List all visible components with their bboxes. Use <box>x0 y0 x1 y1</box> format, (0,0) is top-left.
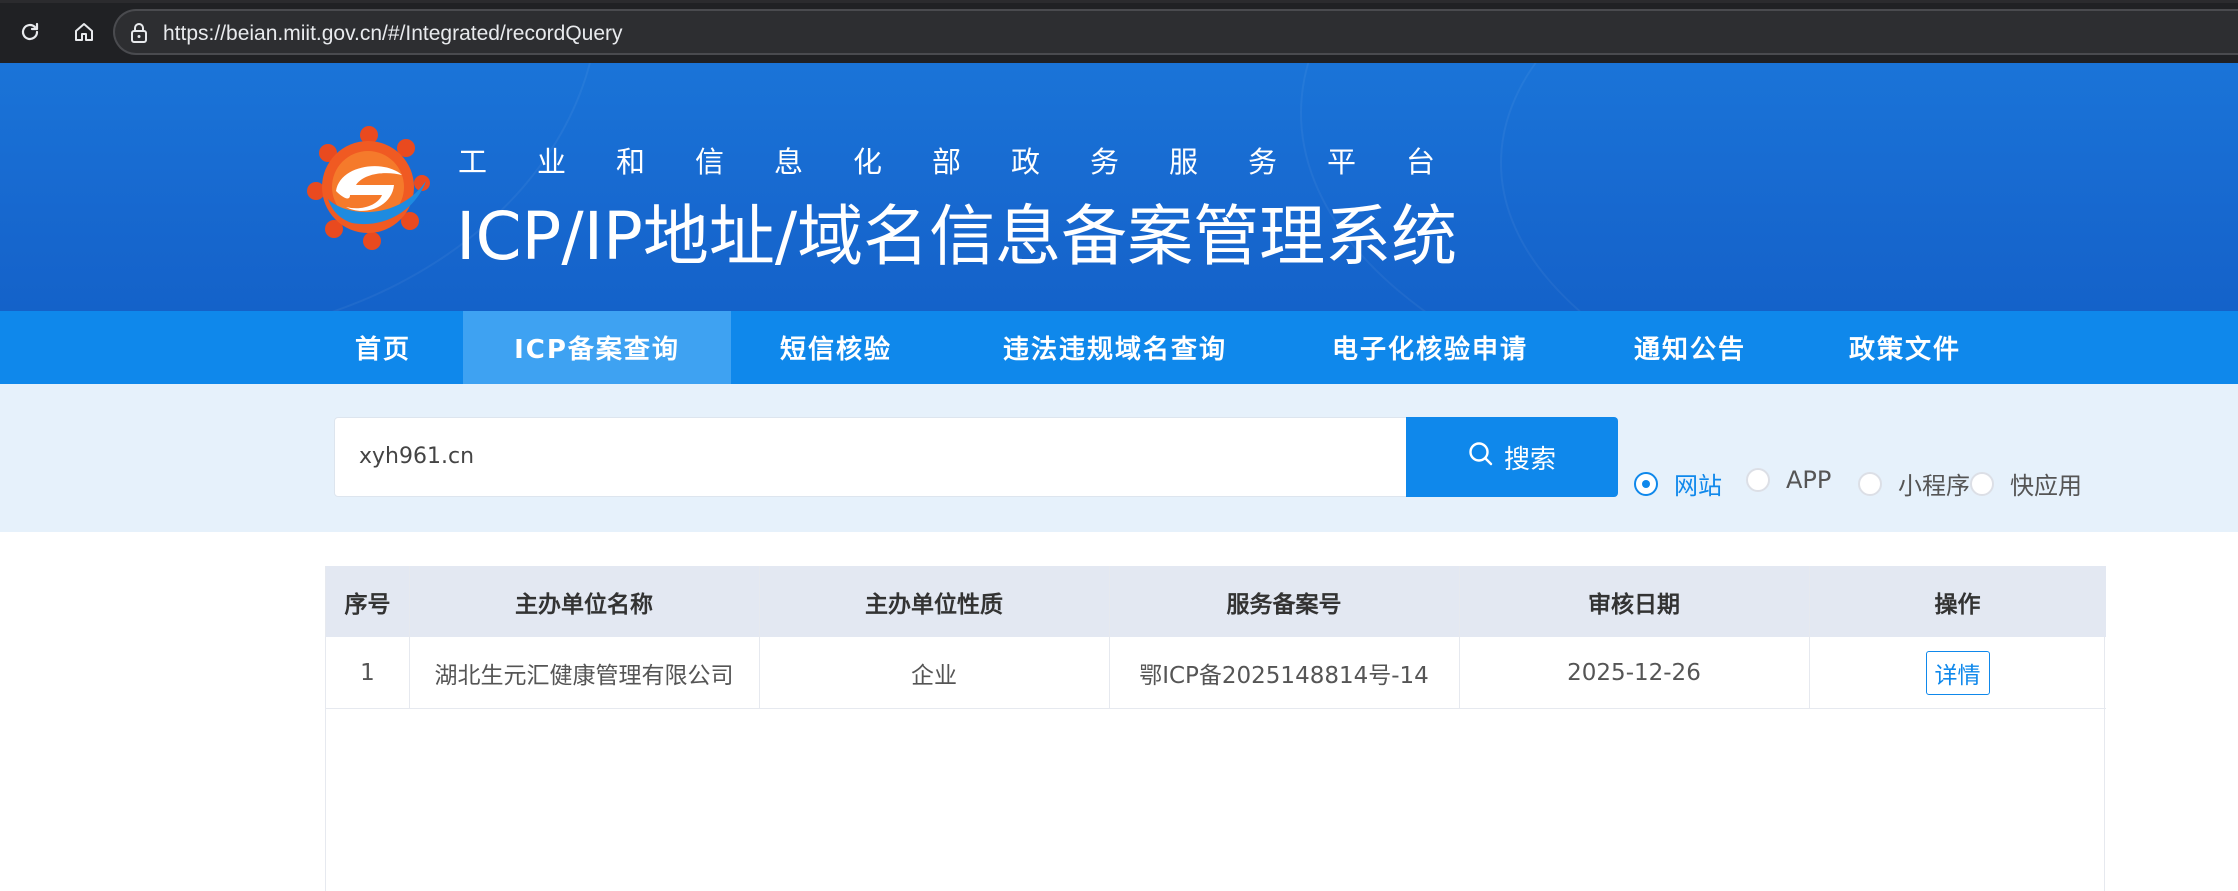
radio-website[interactable]: 网站 <box>1634 466 1722 501</box>
detail-button[interactable]: 详情 <box>1925 651 1990 695</box>
radio-quick-app[interactable]: 快应用 <box>1970 466 2082 501</box>
cell-record-no: 鄂ICP备2025148814号-14 <box>1139 663 1429 689</box>
column-header-org-type: 主办单位性质 <box>865 591 1003 618</box>
cell-index: 1 <box>360 660 375 686</box>
home-icon[interactable] <box>66 14 102 50</box>
nav-item-e-verify[interactable]: 电子化核验申请 <box>1310 311 1550 384</box>
nav-item-notices[interactable]: 通知公告 <box>1610 311 1770 384</box>
search-area: xyh961.cn 搜索 网站 APP 小程序 快应用 <box>0 384 2238 532</box>
results-table: 序号 主办单位名称 主办单位性质 服务备案号 审核日期 操作 1 湖北生元汇健康… <box>325 566 2106 891</box>
radio-label: 快应用 <box>2010 472 2082 500</box>
column-divider <box>1459 566 1460 709</box>
nav-item-sms-verify[interactable]: 短信核验 <box>760 311 912 384</box>
site-banner: 工业和信息化部政务服务平台 ICP/IP地址/域名信息备案管理系统 <box>0 63 2238 311</box>
radio-checked-icon <box>1634 471 1658 496</box>
main-nav: 首页 ICP备案查询 短信核验 违法违规域名查询 电子化核验申请 通知公告 政策… <box>0 311 2238 384</box>
column-header-audit-date: 审核日期 <box>1588 591 1680 618</box>
nav-item-illegal-domain[interactable]: 违法违规域名查询 <box>975 311 1255 384</box>
miit-logo-icon <box>306 125 432 251</box>
lock-icon[interactable] <box>129 22 149 48</box>
radio-unchecked-icon <box>1858 471 1882 496</box>
column-header-action: 操作 <box>1934 591 1981 618</box>
search-button-label: 搜索 <box>1503 444 1556 475</box>
search-button[interactable]: 搜索 <box>1406 417 1618 497</box>
column-header-index: 序号 <box>344 591 391 618</box>
nav-item-home[interactable]: 首页 <box>333 311 433 384</box>
radio-unchecked-icon <box>1970 471 1994 496</box>
nav-item-policies[interactable]: 政策文件 <box>1825 311 1985 384</box>
radio-unchecked-icon <box>1746 468 1770 492</box>
radio-mini-program[interactable]: 小程序 <box>1858 466 1970 501</box>
table-row: 1 湖北生元汇健康管理有限公司 企业 鄂ICP备2025148814号-14 2… <box>326 637 2106 709</box>
radio-label: APP <box>1786 466 1832 494</box>
cell-org-type: 企业 <box>911 663 957 689</box>
radio-label: 小程序 <box>1898 472 1970 500</box>
cell-org-name: 湖北生元汇健康管理有限公司 <box>434 663 734 689</box>
address-bar[interactable]: https://beian.miit.gov.cn/#/Integrated/r… <box>113 9 2238 55</box>
cell-audit-date: 2025-12-26 <box>1567 660 1701 686</box>
browser-toolbar: https://beian.miit.gov.cn/#/Integrated/r… <box>0 0 2238 63</box>
url-text[interactable]: https://beian.miit.gov.cn/#/Integrated/r… <box>163 22 623 46</box>
column-header-record-no: 服务备案号 <box>1226 591 1342 618</box>
cell-action: 详情 <box>1809 637 2106 709</box>
tab-strip-edge <box>0 0 2238 3</box>
column-header-org-name: 主办单位名称 <box>515 591 653 618</box>
banner-subtitle: 工业和信息化部政务服务平台 <box>458 145 1486 179</box>
column-divider <box>1109 566 1110 709</box>
search-icon <box>1468 441 1494 474</box>
radio-label: 网站 <box>1674 472 1722 500</box>
column-divider <box>1809 566 1810 709</box>
radio-app[interactable]: APP <box>1746 466 1831 494</box>
column-divider <box>759 566 760 709</box>
reload-icon[interactable] <box>12 14 48 50</box>
search-input[interactable]: xyh961.cn <box>334 417 1408 497</box>
column-divider <box>409 566 410 709</box>
banner-wave-decoration <box>1500 63 2238 311</box>
nav-item-icp-query[interactable]: ICP备案查询 <box>463 311 731 384</box>
banner-title: ICP/IP地址/域名信息备案管理系统 <box>456 198 1458 275</box>
table-header: 序号 主办单位名称 主办单位性质 服务备案号 审核日期 操作 <box>326 566 2106 637</box>
